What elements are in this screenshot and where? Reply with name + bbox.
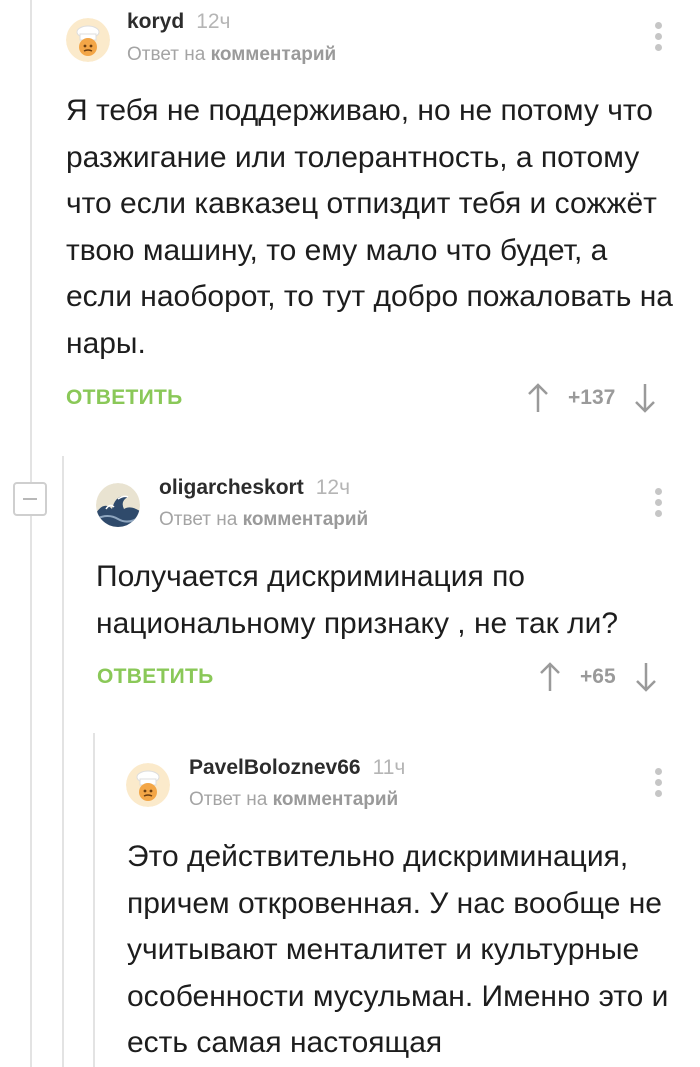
reply-button[interactable]: ОТВЕТИТЬ: [97, 665, 214, 689]
chef-avatar[interactable]: [66, 18, 110, 62]
reply-button[interactable]: ОТВЕТИТЬ: [66, 386, 183, 410]
chef-avatar[interactable]: [126, 763, 170, 807]
thread-line-level-3: [93, 733, 95, 1067]
downvote-arrow-icon[interactable]: [633, 382, 657, 414]
thread-line-level-1: [30, 0, 32, 1067]
more-options-icon[interactable]: [648, 768, 668, 804]
reply-target-link[interactable]: комментарий: [211, 44, 337, 65]
comment-text: Это действительно дискриминация, причем …: [127, 840, 669, 1059]
username-text[interactable]: PavelBoloznev66: [189, 756, 361, 779]
great-wave-avatar[interactable]: [96, 483, 140, 527]
comment-time: 11ч: [372, 756, 406, 779]
collapse-thread-button[interactable]: [13, 482, 47, 516]
reply-prefix: Ответ на: [159, 509, 238, 530]
comment-text: Я тебя не поддерживаю, но не потому что …: [66, 94, 673, 360]
reply-prefix: Ответ на: [189, 789, 268, 810]
reply-target-link[interactable]: комментарий: [273, 789, 399, 810]
more-options-icon[interactable]: [648, 22, 668, 58]
reply-reference: Ответ на комментарий: [127, 44, 336, 66]
comment-time: 12ч: [315, 476, 351, 499]
reply-target-link[interactable]: комментарий: [243, 509, 369, 530]
comment-username[interactable]: PavelBoloznev66 11ч: [189, 756, 405, 780]
comment-username[interactable]: oligarcheskort 12ч: [159, 476, 350, 500]
username-text[interactable]: koryd: [127, 10, 184, 33]
downvote-arrow-icon[interactable]: [634, 661, 658, 693]
comment-text: Получается дискриминация по национальном…: [96, 560, 619, 640]
upvote-arrow-icon[interactable]: [538, 661, 562, 693]
reply-prefix: Ответ на: [127, 44, 206, 65]
vote-score: +137: [568, 386, 616, 409]
username-text[interactable]: oligarcheskort: [159, 476, 304, 499]
vote-controls: +65: [538, 661, 658, 693]
vote-score: +65: [580, 665, 616, 688]
vote-controls: +137: [526, 382, 657, 414]
reply-reference: Ответ на комментарий: [189, 789, 398, 811]
upvote-arrow-icon[interactable]: [526, 382, 550, 414]
reply-reference: Ответ на комментарий: [159, 509, 368, 531]
thread-line-level-2: [62, 456, 64, 1067]
more-options-icon[interactable]: [648, 488, 668, 524]
comment-username[interactable]: koryd 12ч: [127, 10, 231, 34]
comment-time: 12ч: [196, 10, 231, 33]
